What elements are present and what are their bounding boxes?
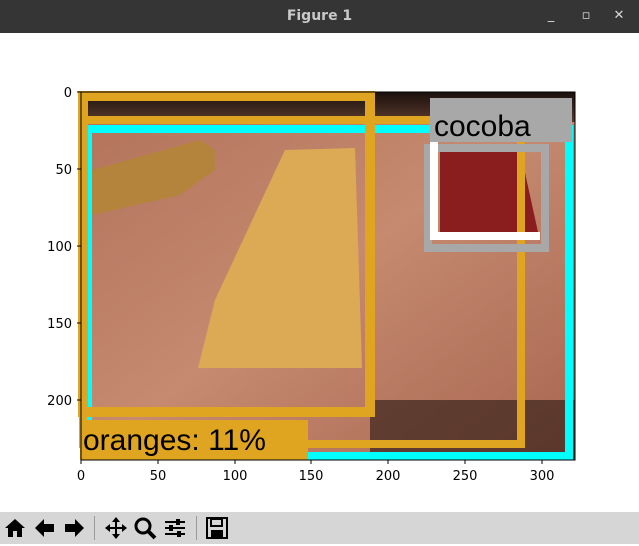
close-icon[interactable]: ✕ (609, 6, 629, 26)
x-tick-label: 100 (223, 469, 248, 484)
photo-shadow (370, 400, 575, 460)
save-icon[interactable] (204, 514, 230, 542)
toolbar-separator (196, 516, 197, 540)
image-axes[interactable]: cocoba oranges: 11% 0 50 100 150 200 0 5… (47, 86, 576, 484)
x-tick-label: 250 (453, 469, 478, 484)
x-tick-label: 50 (150, 469, 167, 484)
navigation-toolbar (0, 512, 639, 544)
figure-canvas[interactable]: cocoba oranges: 11% 0 50 100 150 200 0 5… (0, 33, 639, 512)
y-tick-label: 50 (55, 163, 72, 178)
y-tick-label: 200 (47, 394, 72, 409)
back-arrow-icon[interactable] (32, 514, 58, 542)
y-tick-label: 100 (47, 240, 72, 255)
minimize-icon[interactable]: _ (541, 6, 561, 26)
pan-icon[interactable] (103, 514, 129, 542)
maximize-icon[interactable]: ▫ (576, 6, 596, 26)
y-tick-label: 150 (47, 317, 72, 332)
toolbar-separator (94, 516, 95, 540)
title-bar: Figure 1 _ ▫ ✕ (0, 0, 639, 33)
home-icon[interactable] (2, 514, 28, 542)
x-axis: 0 50 100 150 200 250 300 (77, 460, 555, 484)
white-box-bottom (430, 232, 540, 240)
y-tick-label: 0 (64, 86, 72, 101)
x-tick-label: 0 (77, 469, 85, 484)
cocoba-label: cocoba (434, 110, 531, 143)
x-tick-label: 200 (376, 469, 401, 484)
x-tick-label: 300 (530, 469, 555, 484)
y-axis: 0 50 100 150 200 (47, 86, 81, 409)
configure-subplots-icon[interactable] (162, 514, 188, 542)
oranges-label: oranges: 11% (83, 424, 266, 457)
forward-arrow-icon[interactable] (61, 514, 87, 542)
zoom-icon[interactable] (132, 514, 158, 542)
x-tick-label: 150 (299, 469, 324, 484)
